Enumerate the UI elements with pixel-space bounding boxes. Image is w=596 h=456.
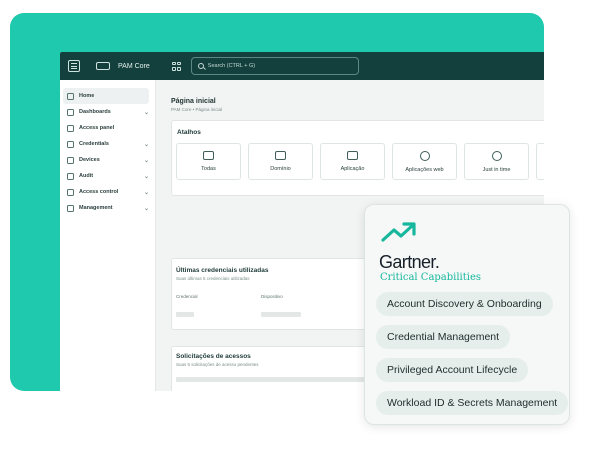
sidebar-item-label: Devices bbox=[79, 157, 100, 163]
home-icon bbox=[67, 92, 74, 100]
shortcut-label: Domínio bbox=[270, 166, 291, 172]
sidebar-item-access-panel[interactable]: Access panel bbox=[63, 120, 149, 136]
chevron-down-icon: ⌄ bbox=[143, 189, 149, 196]
menu-toggle-button[interactable] bbox=[68, 60, 80, 72]
shortcut-todas[interactable]: Todas bbox=[176, 143, 241, 180]
sidebar-item-audit[interactable]: Audit ⌄ bbox=[63, 168, 149, 184]
sidebar-item-dashboards[interactable]: Dashboards ⌄ bbox=[63, 104, 149, 120]
id-card-icon bbox=[203, 151, 214, 160]
shortcut-just-in-time[interactable]: Just in time bbox=[464, 143, 529, 180]
shortcut-label: Just in time bbox=[482, 166, 511, 173]
chevron-down-icon: ⌄ bbox=[143, 157, 149, 164]
chevron-down-icon: ⌄ bbox=[143, 205, 149, 212]
sidebar-item-home[interactable]: Home bbox=[63, 88, 149, 104]
sidebar-item-devices[interactable]: Devices ⌄ bbox=[63, 152, 149, 168]
shortcut-dominio[interactable]: Domínio bbox=[248, 143, 313, 180]
app-title: PAM Core bbox=[118, 62, 150, 70]
access-requests-title: Solicitações de acessos bbox=[176, 353, 251, 360]
gartner-logo: Gartner. bbox=[379, 252, 440, 272]
chevron-down-icon: ⌄ bbox=[143, 109, 149, 116]
trend-up-icon bbox=[381, 222, 416, 242]
monitor-icon bbox=[67, 156, 74, 164]
sidebar: Home Dashboards ⌄ Access panel Credentia… bbox=[60, 80, 156, 391]
access-requests-subtitle: Suas 5 solicitações de acesso pendentes bbox=[176, 362, 259, 367]
sidebar-item-label: Access control bbox=[79, 189, 119, 195]
shortcuts-title: Atalhos bbox=[177, 129, 201, 136]
key-icon bbox=[67, 140, 74, 148]
search-placeholder: Search (CTRL + G) bbox=[207, 63, 256, 69]
capability-pill: Workload ID & Secrets Management bbox=[376, 391, 569, 415]
apps-grid-icon[interactable] bbox=[171, 61, 181, 71]
gartner-card: Gartner. Critical Capabilities Account D… bbox=[364, 204, 570, 425]
chevron-down-icon: ⌄ bbox=[143, 141, 149, 148]
shortcut-label: Aplicação bbox=[340, 166, 365, 172]
breadcrumb: PAM Core • Página inicial bbox=[171, 107, 223, 112]
page-title: Página inicial bbox=[171, 98, 216, 105]
gear-icon bbox=[67, 204, 74, 212]
recent-credentials-title: Últimas credenciais utilizadas bbox=[176, 267, 269, 274]
shortcut-aplicacoes-web[interactable]: Aplicações web bbox=[392, 143, 457, 180]
capability-pill: Credential Management bbox=[376, 325, 511, 349]
globe-icon bbox=[419, 150, 430, 161]
sidebar-item-access-control[interactable]: Access control ⌄ bbox=[63, 184, 149, 200]
top-bar: PAM Core Search (CTRL + G) bbox=[60, 52, 544, 80]
sidebar-item-label: Home bbox=[79, 93, 95, 99]
sidebar-item-label: Dashboards bbox=[79, 109, 111, 115]
sidebar-item-label: Access panel bbox=[79, 125, 115, 131]
panel-icon bbox=[67, 124, 74, 132]
brand-logo-icon bbox=[96, 62, 110, 70]
placeholder-cell bbox=[176, 312, 194, 317]
dashboard-icon bbox=[67, 108, 74, 116]
capability-pill: Privileged Account Lifecycle bbox=[376, 358, 529, 382]
recent-credentials-subtitle: Suas últimas 5 credenciais utilizadas bbox=[176, 276, 250, 281]
timer-icon bbox=[491, 150, 502, 161]
chevron-down-icon: ⌄ bbox=[143, 173, 149, 180]
column-header-credential: Credencial bbox=[176, 294, 198, 299]
shortcut-label: Todas bbox=[201, 166, 216, 172]
lock-icon bbox=[67, 188, 74, 196]
sidebar-item-management[interactable]: Management ⌄ bbox=[63, 200, 149, 216]
domain-icon bbox=[275, 151, 286, 160]
sidebar-item-label: Audit bbox=[79, 173, 94, 179]
gartner-subtitle: Critical Capabilities bbox=[380, 272, 482, 283]
apps-grid-icon bbox=[347, 151, 358, 160]
shortcut-aplicacao[interactable]: Aplicação bbox=[320, 143, 385, 180]
column-header-device: Dispositivo bbox=[261, 294, 283, 299]
search-input[interactable]: Search (CTRL + G) bbox=[190, 57, 359, 75]
sidebar-item-credentials[interactable]: Credentials ⌄ bbox=[63, 136, 149, 152]
shortcut-partial[interactable] bbox=[536, 143, 544, 180]
sidebar-item-label: Management bbox=[79, 205, 113, 211]
shortcuts-card: Atalhos Todas Domínio Aplicação Aplicaçõ… bbox=[171, 120, 544, 196]
audit-icon bbox=[67, 172, 74, 180]
capability-pill: Account Discovery & Onboarding bbox=[376, 292, 553, 316]
placeholder-cell bbox=[261, 312, 301, 317]
sidebar-item-label: Credentials bbox=[79, 141, 109, 147]
search-icon bbox=[197, 63, 204, 69]
shortcut-label: Aplicações web bbox=[405, 166, 444, 173]
